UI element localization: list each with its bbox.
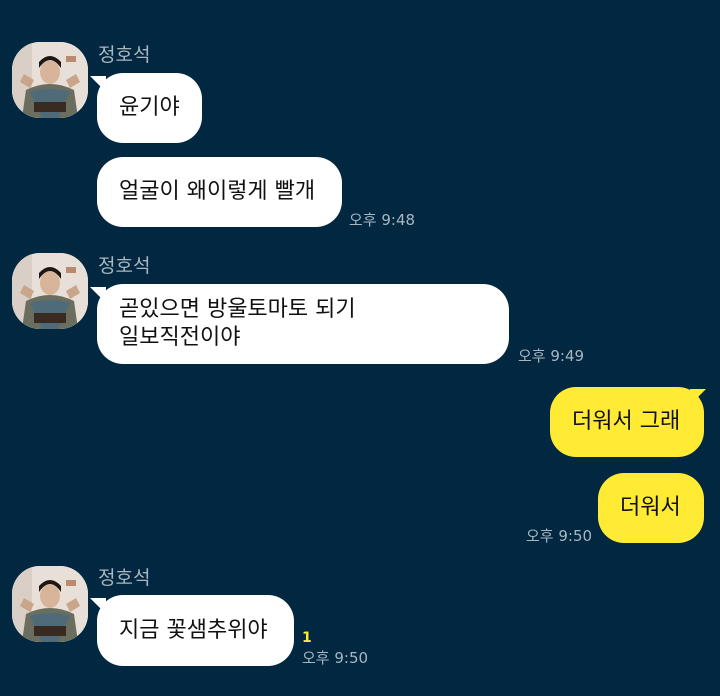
- message-timestamp: 오후 9:49: [518, 347, 585, 365]
- sender-name: 정호석: [98, 255, 151, 277]
- avatar[interactable]: [12, 566, 88, 642]
- profile-photo-icon: [12, 42, 88, 118]
- message-text: 윤기야: [119, 95, 180, 120]
- message-timestamp: 오후 9:50: [302, 649, 369, 667]
- avatar[interactable]: [12, 42, 88, 118]
- message-text-line: 일보직전이야: [119, 325, 241, 350]
- message-text: 얼굴이 왜이렇게 빨개: [119, 179, 316, 204]
- message-bubble[interactable]: 윤기야: [97, 73, 202, 143]
- sender-name: 정호석: [98, 567, 151, 589]
- profile-photo-icon: [12, 253, 88, 329]
- message-bubble[interactable]: 더워서: [598, 473, 704, 543]
- message-text: 더워서: [620, 495, 681, 520]
- message-text: 더워서 그래: [572, 409, 681, 434]
- message-timestamp: 오후 9:48: [349, 211, 416, 229]
- message-text-line: 곧있으면 방울토마토 되기: [119, 297, 356, 322]
- message-text: 지금 꽃샘추위야: [119, 617, 268, 643]
- message-bubble[interactable]: 얼굴이 왜이렇게 빨개: [97, 157, 342, 227]
- unread-count: 1: [302, 630, 312, 646]
- message-bubble[interactable]: 곧있으면 방울토마토 되기 일보직전이야: [97, 284, 509, 364]
- profile-photo-icon: [12, 566, 88, 642]
- message-bubble[interactable]: 더워서 그래: [550, 387, 704, 457]
- avatar[interactable]: [12, 253, 88, 329]
- message-timestamp: 오후 9:50: [526, 527, 593, 545]
- message-bubble[interactable]: 지금 꽃샘추위야: [97, 595, 294, 666]
- sender-name: 정호석: [98, 44, 151, 66]
